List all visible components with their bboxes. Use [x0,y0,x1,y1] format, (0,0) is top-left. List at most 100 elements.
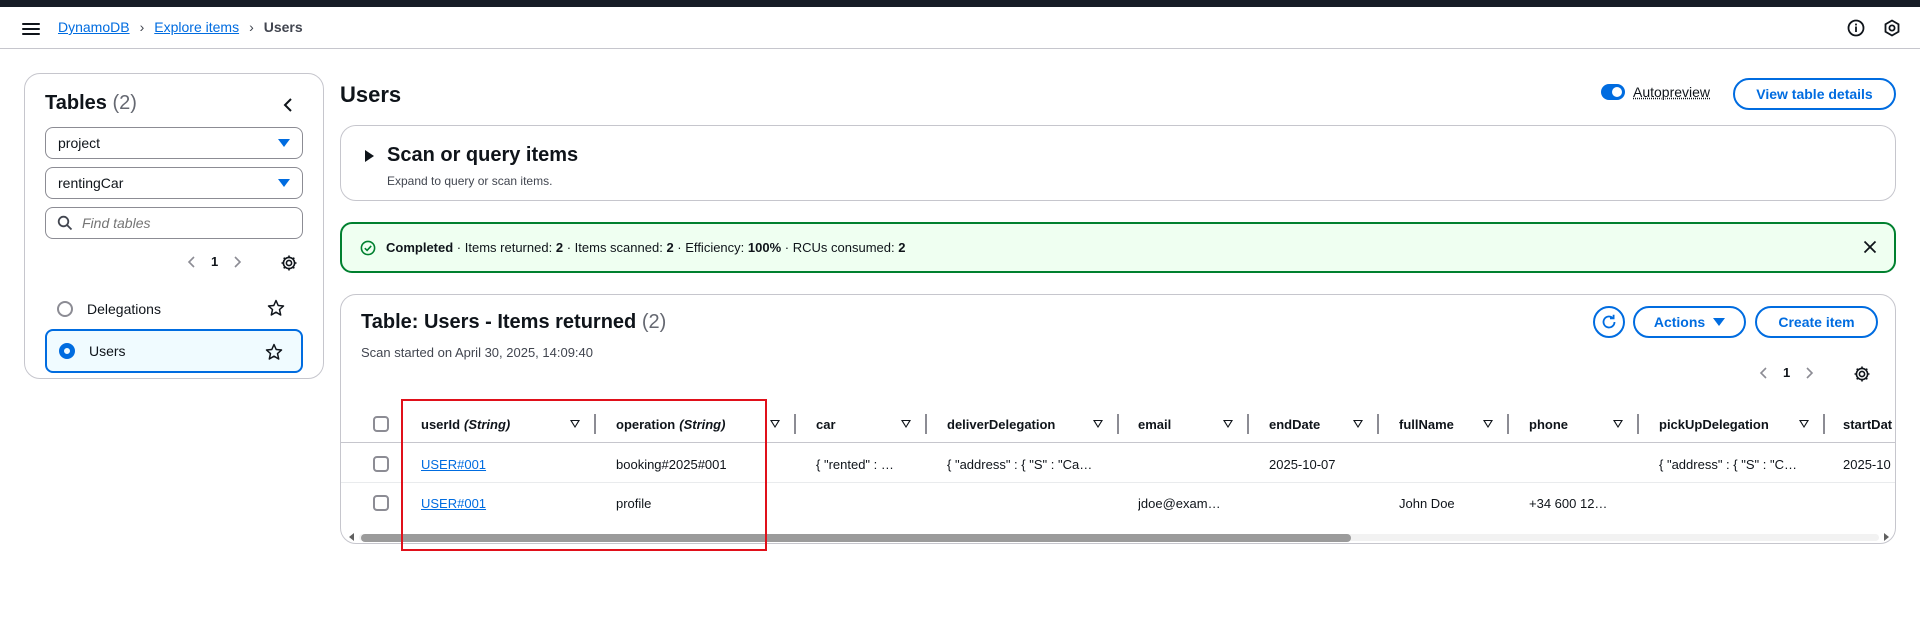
column-name: operation [616,416,676,432]
chevron-left-icon[interactable] [281,96,295,114]
car-cell [816,484,916,522]
row-checkbox[interactable] [373,456,389,472]
column-header-email[interactable]: email [1138,405,1171,443]
alert-scanned-value: 2 [666,240,674,255]
column-resizer[interactable] [1117,414,1119,434]
column-header-userid[interactable]: userId (String) [421,405,510,443]
deliver-delegation-cell: { "address" : { "S" : "Ca… [947,456,1093,472]
column-resizer[interactable] [1507,414,1509,434]
row-checkbox[interactable] [373,495,389,511]
column-resizer[interactable] [925,414,927,434]
tables-page-number[interactable]: 1 [211,254,218,269]
sort-icon[interactable] [1483,420,1493,428]
select-all-checkbox[interactable] [373,416,389,432]
scrollbar-thumb[interactable] [361,534,1351,542]
gear-icon[interactable] [280,254,298,272]
settings-icon[interactable] [1882,18,1902,38]
horizontal-scrollbar[interactable] [349,532,1889,542]
userid-cell[interactable]: USER#001 [421,445,581,483]
column-resizer[interactable] [1377,414,1379,434]
sort-icon[interactable] [770,420,780,428]
sort-icon[interactable] [1093,420,1103,428]
top-strip [0,0,1920,7]
chevron-right-icon[interactable] [232,255,242,269]
create-item-button[interactable]: Create item [1755,306,1878,338]
items-page-number[interactable]: 1 [1783,365,1790,380]
info-icon[interactable] [1846,18,1866,38]
radio-button[interactable] [57,301,73,317]
column-header-fullname[interactable]: fullName [1399,405,1454,443]
scan-query-panel[interactable]: Scan or query items Expand to query or s… [340,125,1896,201]
search-icon [57,215,73,231]
scan-started-text: Scan started on April 30, 2025, 14:09:40 [361,345,594,360]
tables-title: Tables (2) [45,92,137,115]
column-header-phone[interactable]: phone [1529,405,1568,443]
tables-title-text: Tables [45,92,107,114]
sort-icon[interactable] [901,420,911,428]
column-type: (String) [464,416,511,432]
alert-status: Completed [386,240,454,255]
table-row[interactable]: USER#001 profile jdoe@exam… John Doe +34… [341,484,1895,522]
column-header-startdate[interactable]: startDat [1843,405,1892,443]
close-icon[interactable] [1862,239,1878,255]
car-cell: { "rented" : … [816,456,894,472]
table-row[interactable]: USER#001 booking#2025#001 { "rented" : …… [341,445,1895,483]
breadcrumb-dynamodb[interactable]: DynamoDB [58,19,130,35]
phone-cell [1529,445,1629,483]
renting-car-select[interactable]: rentingCar [45,167,303,199]
userid-cell[interactable]: USER#001 [421,484,581,522]
table-item-delegations[interactable]: Delegations [45,287,303,331]
gear-icon[interactable] [1853,365,1871,383]
sort-icon[interactable] [1799,420,1809,428]
alert-returned-value: 2 [555,240,564,255]
alert-separator: · [677,240,682,255]
column-resizer[interactable] [1637,414,1639,434]
autopreview-toggle[interactable] [1601,84,1625,100]
view-table-details-button[interactable]: View table details [1733,78,1896,110]
column-resizer[interactable] [1247,414,1249,434]
column-header-operation[interactable]: operation (String) [616,405,725,443]
caret-down-icon [278,179,290,187]
refresh-button[interactable] [1593,306,1625,338]
column-type: (String) [679,416,726,432]
column-resizer[interactable] [794,414,796,434]
column-header-pickupdelegation[interactable]: pickUpDelegation [1659,405,1769,443]
renting-car-select-value: rentingCar [58,175,124,191]
chevron-left-icon[interactable] [1759,366,1769,380]
chevron-left-icon[interactable] [187,255,197,269]
chevron-right-icon[interactable] [1804,366,1814,380]
scroll-left-arrow[interactable] [349,533,354,541]
project-select[interactable]: project [45,127,303,159]
alert-separator: · [456,240,462,255]
column-header-car[interactable]: car [816,405,836,443]
check-circle-icon [360,240,376,255]
radio-button-selected[interactable] [59,343,75,359]
breadcrumb: DynamoDB › Explore items › Users [58,19,303,35]
find-tables-input[interactable] [45,207,303,239]
menu-icon[interactable] [22,20,40,36]
sort-icon[interactable] [1613,420,1623,428]
column-name: deliverDelegation [947,416,1056,432]
pickup-delegation-cell [1659,484,1815,522]
star-icon[interactable] [267,299,285,317]
column-name: endDate [1269,416,1321,432]
items-pagination: 1 [1759,365,1814,380]
column-resizer[interactable] [594,414,596,434]
column-header-deliverdelegation[interactable]: deliverDelegation [947,405,1055,443]
autopreview-label[interactable]: Autopreview [1633,84,1710,100]
column-header-enddate[interactable]: endDate [1269,405,1320,443]
sort-icon[interactable] [570,420,580,428]
star-icon[interactable] [265,343,283,361]
autopreview-toggle-group: Autopreview [1601,84,1710,100]
actions-button[interactable]: Actions [1633,306,1746,338]
scan-query-title[interactable]: Scan or query items [387,144,578,167]
sort-icon[interactable] [1353,420,1363,428]
caret-right-icon[interactable] [365,150,374,162]
results-title: Table: Users - Items returned (2) [361,311,666,334]
table-item-users[interactable]: Users [45,329,303,373]
column-name: car [816,416,836,432]
column-resizer[interactable] [1823,414,1825,434]
scroll-right-arrow[interactable] [1884,533,1889,541]
sort-icon[interactable] [1223,420,1233,428]
breadcrumb-explore-items[interactable]: Explore items [154,19,239,35]
